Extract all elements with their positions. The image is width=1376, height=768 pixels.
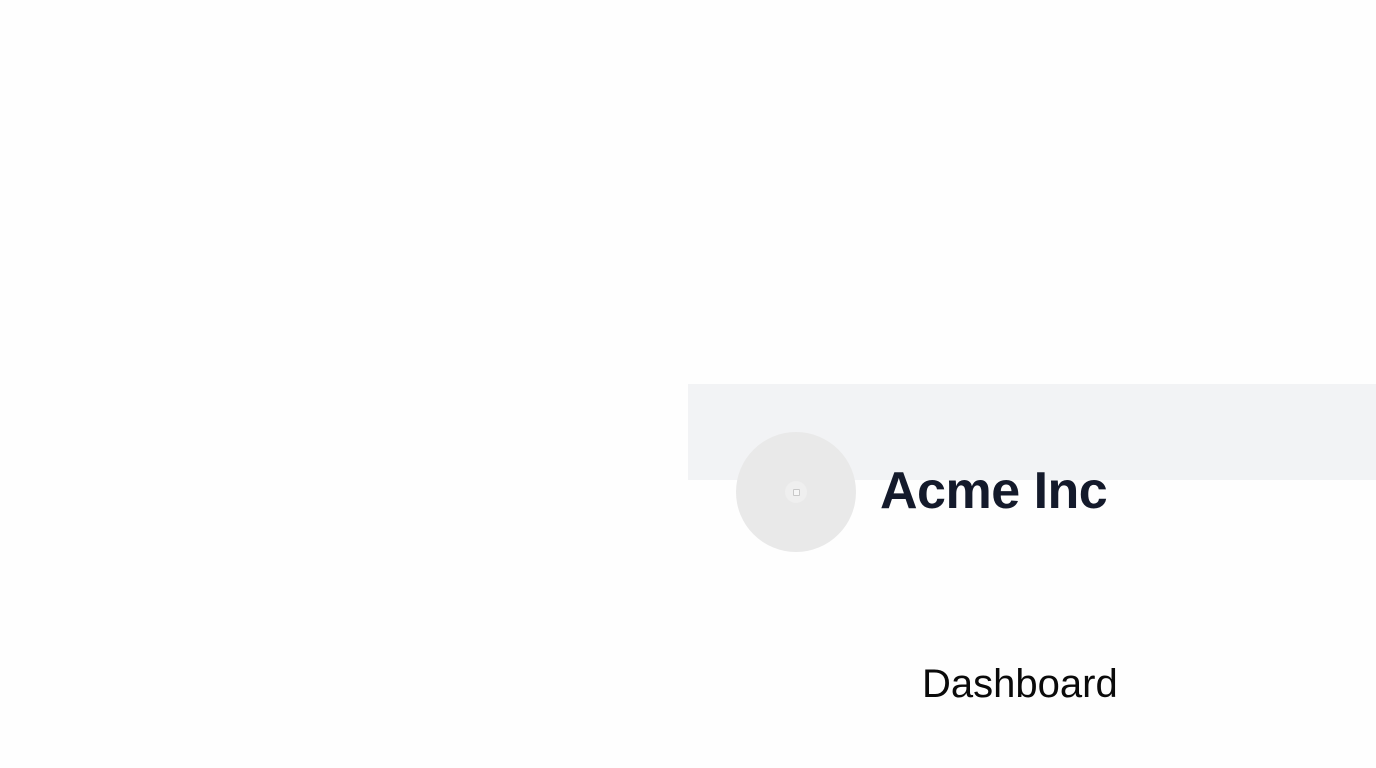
image-placeholder-icon: [785, 481, 807, 503]
org-avatar[interactable]: [736, 432, 856, 552]
nav-link-dashboard[interactable]: Dashboard: [922, 660, 1118, 708]
image-placeholder-glyph: [792, 488, 800, 496]
org-name: Acme Inc: [880, 462, 1108, 520]
page: Acme Inc Dashboard: [0, 0, 1376, 768]
